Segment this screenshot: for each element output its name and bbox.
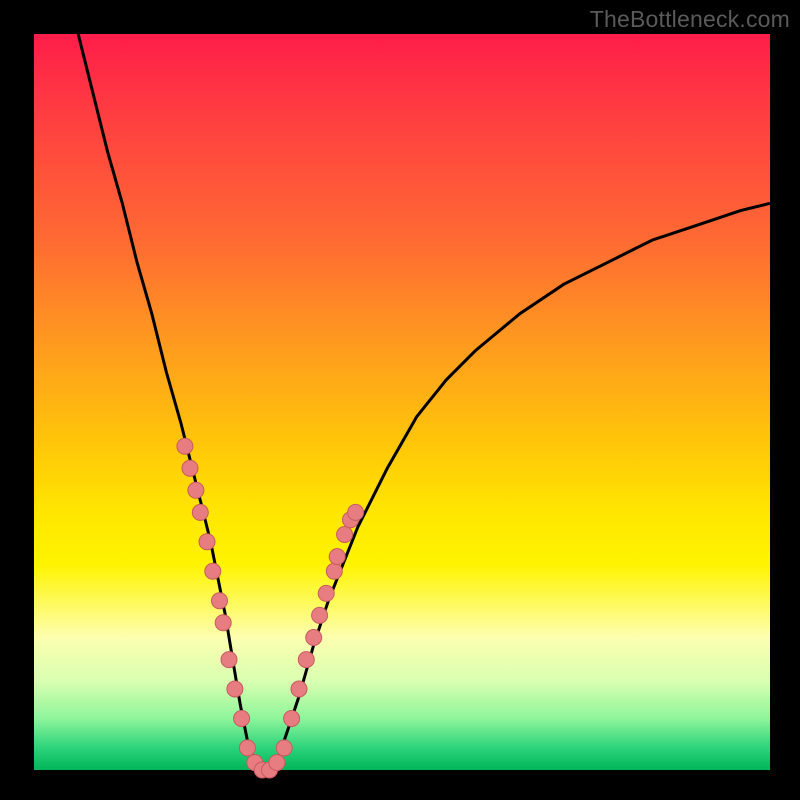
curve-dot <box>291 681 307 697</box>
curve-dot <box>212 593 228 609</box>
curve-dot <box>337 527 353 543</box>
curve-dot <box>306 630 322 646</box>
curve-dot <box>234 711 250 727</box>
curve-dot <box>182 460 198 476</box>
curve-dot <box>326 563 342 579</box>
curve-dot <box>199 534 215 550</box>
curve-dot <box>215 615 231 631</box>
curve-dot <box>269 755 285 771</box>
curve-dot <box>284 711 300 727</box>
bottleneck-curve <box>78 34 770 770</box>
curve-dot <box>221 652 237 668</box>
curve-dot <box>348 504 364 520</box>
curve-dot <box>298 652 314 668</box>
curve-dot <box>239 740 255 756</box>
curve-dot <box>188 482 204 498</box>
curve-dot <box>329 549 345 565</box>
curve-dot <box>227 681 243 697</box>
watermark-label: TheBottleneck.com <box>590 6 790 33</box>
curve-dot <box>276 740 292 756</box>
curve-dot <box>312 607 328 623</box>
curve-dots-group <box>177 438 364 778</box>
curve-dot <box>318 585 334 601</box>
curve-dot <box>192 504 208 520</box>
curve-dot <box>205 563 221 579</box>
chart-svg <box>34 34 770 770</box>
curve-dot <box>177 438 193 454</box>
chart-frame: TheBottleneck.com <box>0 0 800 800</box>
plot-area <box>34 34 770 770</box>
